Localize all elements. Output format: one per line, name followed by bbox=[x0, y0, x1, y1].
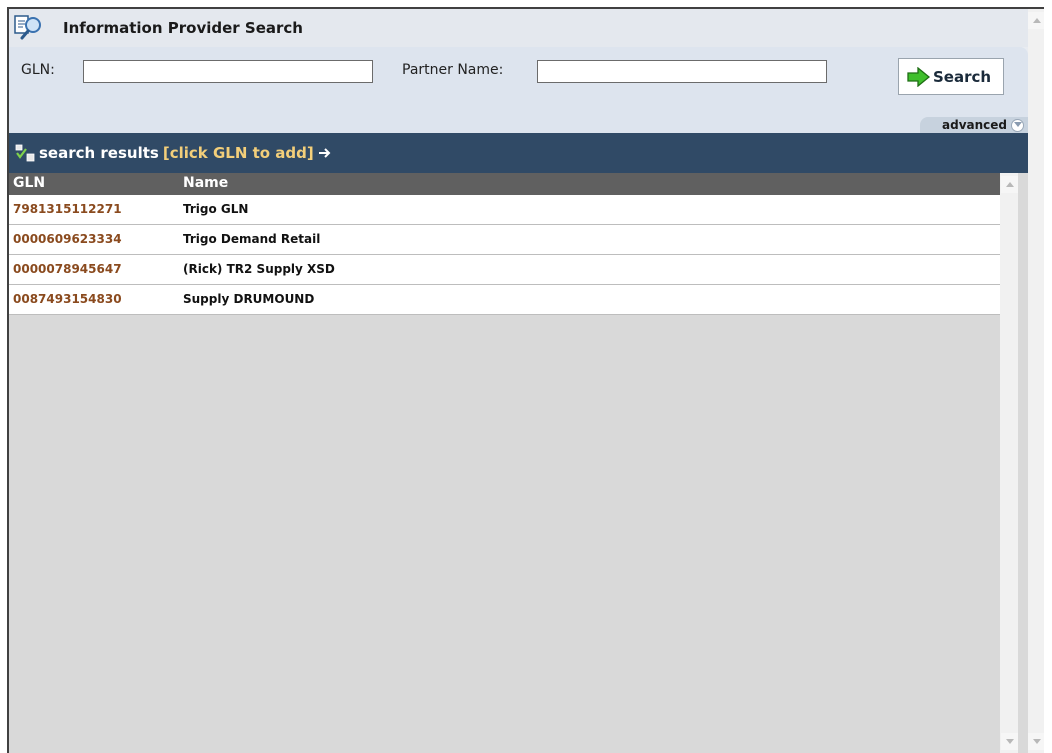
results-hint: [click GLN to add] bbox=[162, 144, 314, 162]
search-button-label: Search bbox=[933, 67, 992, 86]
gln-link[interactable]: 7981315112271 bbox=[13, 202, 122, 216]
results-table-body: 7981315112271 Trigo GLN 0000609623334 Tr… bbox=[9, 195, 1000, 315]
table-row: 7981315112271 Trigo GLN bbox=[9, 195, 1000, 225]
scroll-up-icon[interactable] bbox=[1028, 12, 1044, 29]
table-row: 0087493154830 Supply DRUMOUND bbox=[9, 285, 1000, 315]
gln-link[interactable]: 0000609623334 bbox=[13, 232, 122, 246]
results-header: search results [click GLN to add] bbox=[9, 133, 1028, 173]
advanced-label: advanced bbox=[942, 118, 1007, 132]
table-row: 0000609623334 Trigo Demand Retail bbox=[9, 225, 1000, 255]
table-row: 0000078945647 (Rick) TR2 Supply XSD bbox=[9, 255, 1000, 285]
scroll-down-icon[interactable] bbox=[1001, 733, 1018, 750]
partner-name-label: Partner Name: bbox=[402, 62, 504, 78]
partner-name-input[interactable] bbox=[537, 60, 827, 83]
window-scrollbar[interactable] bbox=[1028, 9, 1044, 753]
search-panel: Information Provider Search GLN: Partner… bbox=[9, 9, 1028, 133]
partner-name: Trigo GLN bbox=[183, 202, 249, 216]
column-header-name[interactable]: Name bbox=[183, 175, 228, 191]
results-title: search results bbox=[39, 144, 159, 162]
partner-name: Trigo Demand Retail bbox=[183, 232, 321, 246]
results-scrollbar[interactable] bbox=[1000, 173, 1018, 753]
arrow-right-icon bbox=[318, 148, 331, 158]
partner-name: (Rick) TR2 Supply XSD bbox=[183, 262, 335, 276]
advanced-toggle[interactable]: advanced bbox=[920, 117, 1028, 133]
gln-link[interactable]: 0087493154830 bbox=[13, 292, 122, 306]
search-window: Information Provider Search GLN: Partner… bbox=[7, 7, 1044, 753]
panel-title: Information Provider Search bbox=[63, 19, 303, 37]
gln-input[interactable] bbox=[83, 60, 373, 83]
gln-label: GLN: bbox=[21, 62, 55, 78]
scroll-down-icon[interactable] bbox=[1028, 733, 1044, 750]
partner-name: Supply DRUMOUND bbox=[183, 292, 315, 306]
column-header-gln[interactable]: GLN bbox=[13, 175, 45, 191]
panel-header: Information Provider Search bbox=[9, 9, 1028, 47]
chevron-down-icon bbox=[1011, 118, 1024, 132]
results-icon bbox=[15, 144, 35, 162]
search-button[interactable]: Search bbox=[898, 58, 1004, 95]
search-form: GLN: Partner Name: Search advanced bbox=[9, 47, 1028, 133]
scroll-up-icon[interactable] bbox=[1001, 176, 1018, 193]
search-icon bbox=[14, 15, 41, 40]
arrow-right-icon bbox=[907, 66, 931, 87]
gln-link[interactable]: 0000078945647 bbox=[13, 262, 122, 276]
results-table-header: GLN Name bbox=[9, 173, 1000, 195]
